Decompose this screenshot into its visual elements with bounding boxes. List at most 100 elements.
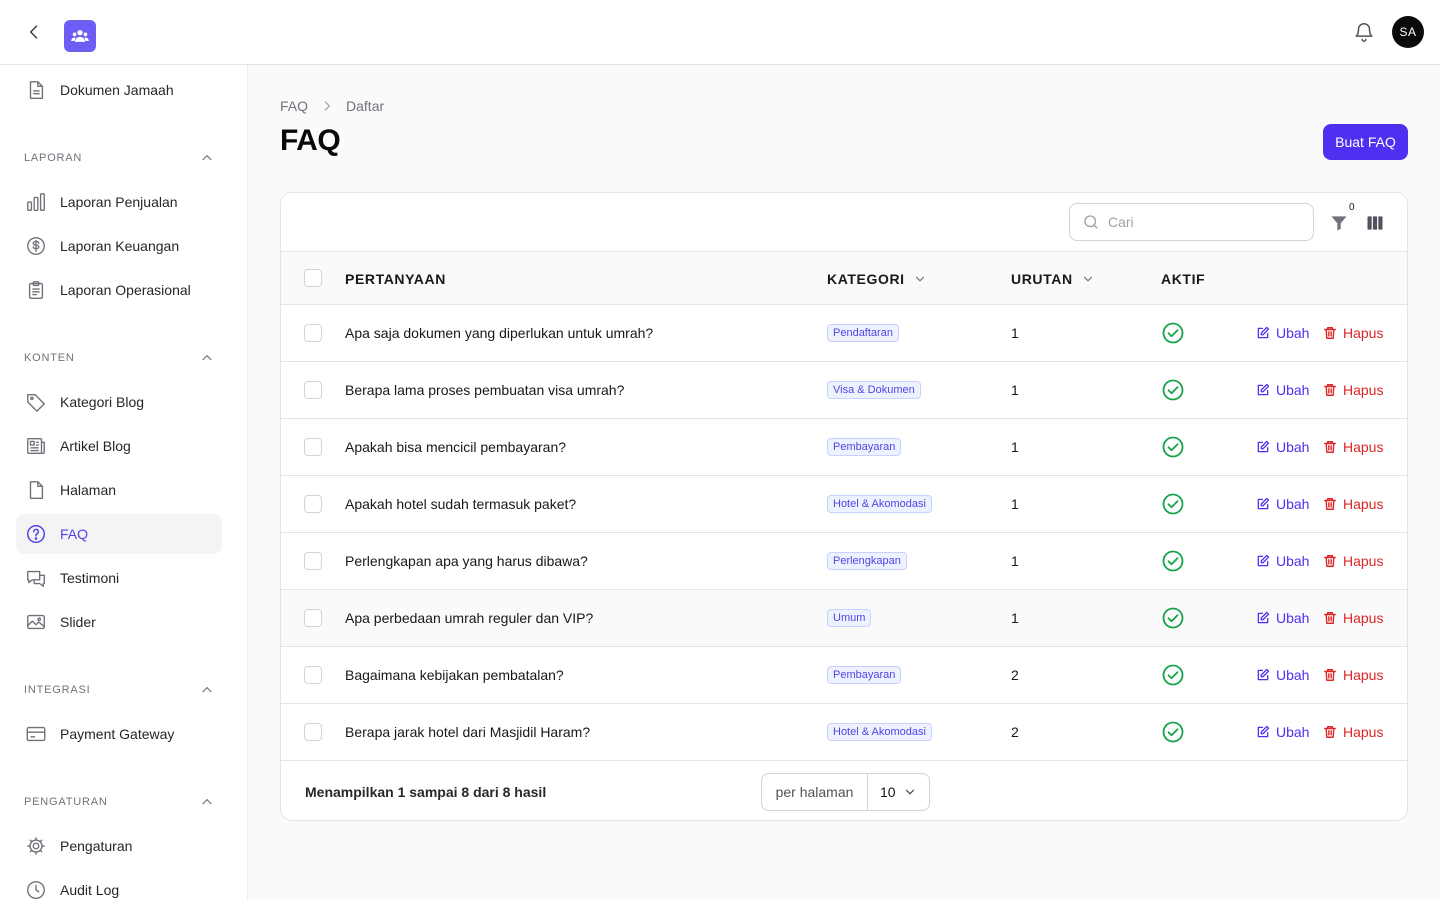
question-cell: Apakah hotel sudah termasuk paket? [345, 496, 577, 512]
sidebar-item-laporan-keuangan[interactable]: Laporan Keuangan [16, 226, 222, 266]
trash-icon [1324, 327, 1336, 339]
column-toggle-button[interactable] [1363, 211, 1387, 235]
table-toolbar: 0 [281, 193, 1407, 252]
search-field[interactable] [1069, 203, 1314, 241]
sidebar-item-faq[interactable]: FAQ [16, 514, 222, 554]
sidebar-item-label: Payment Gateway [60, 726, 175, 742]
sidebar-item-audit-log[interactable]: Audit Log [16, 870, 222, 900]
category-badge: Hotel & Akomodasi [827, 722, 932, 742]
pagination-summary: Menampilkan 1 sampai 8 dari 8 hasil [305, 784, 547, 800]
avatar[interactable]: SA [1392, 16, 1424, 48]
clipboard-icon [24, 278, 48, 302]
edit-button[interactable]: Ubah [1256, 533, 1309, 589]
table-row[interactable]: Perlengkapan apa yang harus dibawa? Perle… [281, 533, 1407, 590]
group-pengaturan-toggle[interactable]: PENGATURAN [24, 792, 214, 812]
row-checkbox[interactable] [304, 495, 322, 513]
sidebar-item-pengaturan[interactable]: Pengaturan [16, 826, 222, 866]
order-cell: 1 [1011, 325, 1019, 341]
sidebar-item-artikel-blog[interactable]: Artikel Blog [16, 426, 222, 466]
search-input[interactable] [1108, 214, 1298, 230]
table-row[interactable]: Apa perbedaan umrah reguler dan VIP? Umum… [281, 590, 1407, 647]
row-checkbox[interactable] [304, 438, 322, 456]
order-cell: 1 [1011, 610, 1019, 626]
delete-button[interactable]: Hapus [1323, 590, 1383, 646]
per-page-select[interactable]: 10 [868, 774, 929, 810]
group-konten-toggle[interactable]: KONTEN [24, 348, 214, 368]
category-badge: Pembayaran [827, 665, 902, 685]
delete-button[interactable]: Hapus [1323, 533, 1383, 589]
column-header-order[interactable]: URUTAN [1011, 252, 1095, 305]
delete-button[interactable]: Hapus [1323, 476, 1383, 532]
edit-button[interactable]: Ubah [1256, 362, 1309, 418]
edit-button[interactable]: Ubah [1256, 305, 1309, 361]
question-cell: Berapa jarak hotel dari Masjidil Haram? [345, 724, 591, 740]
category-badge: Pembayaran [827, 437, 902, 457]
edit-button[interactable]: Ubah [1256, 419, 1309, 475]
table-row[interactable]: Bagaimana kebijakan pembatalan? Pembayara… [281, 647, 1407, 704]
active-cell [1161, 533, 1185, 589]
app-logo-icon[interactable] [64, 20, 96, 52]
edit-label: Ubah [1276, 724, 1310, 740]
table-row[interactable]: Apa saja dokumen yang diperlukan untuk u… [281, 305, 1407, 362]
notifications-button[interactable] [1352, 20, 1376, 44]
chevron-up-icon [202, 798, 212, 805]
edit-label: Ubah [1276, 496, 1310, 512]
delete-button[interactable]: Hapus [1323, 305, 1383, 361]
delete-button[interactable]: Hapus [1323, 647, 1383, 703]
table-row[interactable]: Apakah bisa mencicil pembayaran? Pembayar… [281, 419, 1407, 476]
per-page-label: per halaman [762, 774, 868, 810]
sidebar-item-halaman[interactable]: Halaman [16, 470, 222, 510]
document-icon [24, 78, 48, 102]
row-checkbox[interactable] [304, 666, 322, 684]
sidebar-item-label: Artikel Blog [60, 438, 131, 454]
per-page-value: 10 [880, 784, 896, 800]
check-circle-icon [1162, 436, 1184, 458]
column-label: AKTIF [1161, 270, 1206, 287]
gear-icon [24, 834, 48, 858]
breadcrumb-link-faq[interactable]: FAQ [280, 98, 308, 114]
group-label: INTEGRASI [24, 684, 91, 696]
column-header-category[interactable]: KATEGORI [827, 252, 927, 305]
sidebar-item-label: Slider [60, 614, 96, 630]
delete-button[interactable]: Hapus [1323, 704, 1383, 760]
back-button[interactable] [22, 20, 46, 44]
page-title: FAQ [280, 124, 341, 157]
table-row[interactable]: Berapa jarak hotel dari Masjidil Haram? H… [281, 704, 1407, 761]
trash-icon [1324, 441, 1336, 453]
sidebar-item-laporan-operasional[interactable]: Laporan Operasional [16, 270, 222, 310]
edit-icon [1257, 383, 1270, 396]
row-checkbox[interactable] [304, 381, 322, 399]
sidebar-item-label: Testimoni [60, 570, 120, 586]
sidebar-item-label: Laporan Penjualan [60, 194, 178, 210]
edit-button[interactable]: Ubah [1256, 704, 1309, 760]
question-cell: Berapa lama proses pembuatan visa umrah? [345, 382, 625, 398]
delete-button[interactable]: Hapus [1323, 362, 1383, 418]
row-checkbox[interactable] [304, 552, 322, 570]
sidebar-item-laporan-penjualan[interactable]: Laporan Penjualan [16, 182, 222, 222]
sidebar-item-testimoni[interactable]: Testimoni [16, 558, 222, 598]
sidebar-item-slider[interactable]: Slider [16, 602, 222, 642]
faq-table-card: 0 PERTANYAAN KATEGORI URUTAN AKTIF Apa s… [280, 192, 1408, 821]
category-cell: Hotel & Akomodasi [827, 704, 932, 760]
table-row[interactable]: Berapa lama proses pembuatan visa umrah?… [281, 362, 1407, 419]
filter-button[interactable] [1327, 211, 1351, 235]
delete-button[interactable]: Hapus [1323, 419, 1383, 475]
order-cell: 1 [1011, 439, 1019, 455]
edit-button[interactable]: Ubah [1256, 590, 1309, 646]
select-all-checkbox[interactable] [304, 269, 322, 287]
group-laporan-toggle[interactable]: LAPORAN [24, 148, 214, 168]
table-row[interactable]: Apakah hotel sudah termasuk paket? Hotel … [281, 476, 1407, 533]
row-checkbox[interactable] [304, 723, 322, 741]
filter-count-badge: 0 [1349, 202, 1355, 213]
delete-label: Hapus [1343, 439, 1384, 455]
sidebar-item-kategori-blog[interactable]: Kategori Blog [16, 382, 222, 422]
edit-button[interactable]: Ubah [1256, 647, 1309, 703]
sidebar-item-dokumen-jamaah[interactable]: Dokumen Jamaah [16, 70, 222, 110]
sidebar-item-payment-gateway[interactable]: Payment Gateway [16, 714, 222, 754]
edit-button[interactable]: Ubah [1256, 476, 1309, 532]
group-integrasi-toggle[interactable]: INTEGRASI [24, 680, 214, 700]
create-faq-button[interactable]: Buat FAQ [1323, 124, 1408, 160]
check-circle-icon [1162, 664, 1184, 686]
row-checkbox[interactable] [304, 324, 322, 342]
row-checkbox[interactable] [304, 609, 322, 627]
